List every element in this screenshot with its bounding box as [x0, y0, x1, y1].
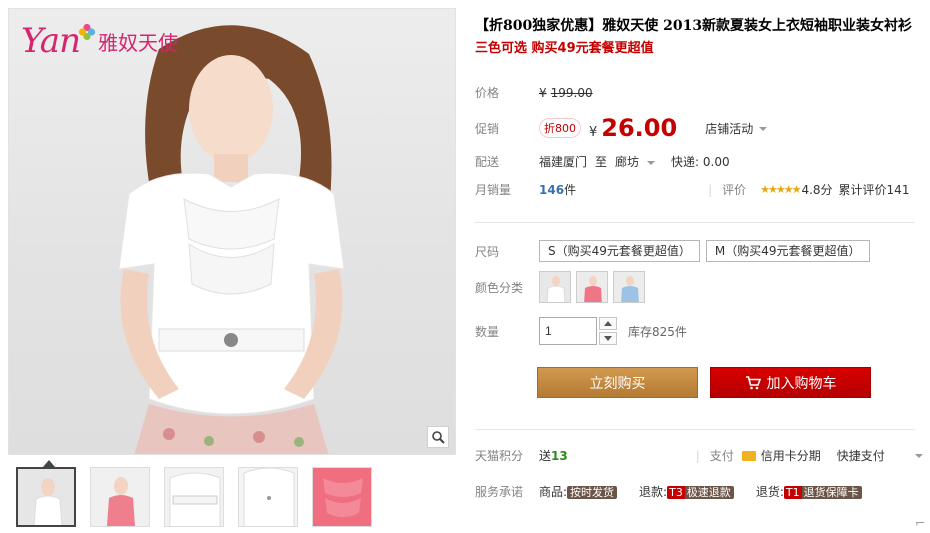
- service-row: 服务承诺 商品: 按时发货 退款: T3 极速退款 退货: T1 退货保障卡: [475, 483, 884, 500]
- promo-price-row: 促销 折800 ¥26.00 店铺活动: [475, 114, 768, 142]
- rating-score: 4.8分: [801, 183, 833, 197]
- shipping-label: 配送: [475, 155, 500, 169]
- chevron-down-icon: [759, 127, 768, 131]
- price-label: 价格: [475, 86, 500, 100]
- cart-icon: [745, 375, 761, 389]
- return-tag: 退货保障卡: [803, 486, 859, 499]
- promo-price-value: 26.00: [601, 114, 678, 142]
- total-reviews-link[interactable]: 累计评价141: [839, 181, 910, 198]
- quantity-decrease-button[interactable]: [599, 332, 617, 345]
- product-subtitle: 三色可选 购买49元套餐更超值: [475, 41, 654, 56]
- color-label: 颜色分类: [475, 280, 524, 295]
- service-refund-label: 退款:: [639, 485, 668, 499]
- return-guarantee-badge: T1 退货保障卡: [783, 486, 862, 499]
- points-label: 天猫积分: [475, 449, 524, 463]
- points-row: 天猫积分 送 13 | 支付 信用卡分期 快捷支付: [475, 447, 923, 464]
- thumbnail-strip: [16, 467, 372, 527]
- thumbnail-4[interactable]: [238, 467, 298, 527]
- quantity-input[interactable]: [539, 317, 597, 345]
- shipping-destination: 廊坊: [615, 155, 640, 169]
- currency-symbol: ¥: [589, 125, 598, 140]
- size-option-m[interactable]: M（购买49元套餐更超值）: [705, 240, 870, 262]
- thumbnail-2[interactable]: [90, 467, 150, 527]
- active-thumb-indicator: [43, 460, 55, 467]
- shop-activity-dropdown[interactable]: 店铺活动: [705, 120, 768, 137]
- shipping-destination-select[interactable]: 廊坊: [615, 153, 656, 170]
- shipping-fee: 快递: 0.00: [671, 155, 730, 169]
- quantity-increase-button[interactable]: [599, 317, 617, 330]
- product-title: 【折800独家优惠】雅奴天使 2013新款夏装女上衣短袖职业装女衬衫: [475, 18, 913, 34]
- thumbnail-5[interactable]: [312, 467, 372, 527]
- chevron-down-icon: [647, 160, 656, 165]
- zoom-icon[interactable]: [427, 426, 449, 448]
- return-level: T1: [783, 486, 802, 499]
- service-return-label: 退货:: [755, 485, 784, 499]
- points-value: 13: [551, 448, 568, 463]
- sales-row: 月销量 146 件 | 评价 ★★★★★ 4.8分 累计评价141: [475, 181, 909, 198]
- logo-text: Yan: [21, 21, 81, 61]
- quantity-label: 数量: [475, 324, 500, 339]
- service-refund: 退款: T3 极速退款: [639, 483, 734, 500]
- currency-symbol: ¥: [539, 85, 547, 100]
- add-to-cart-label: 加入购物车: [766, 375, 837, 392]
- ontime-delivery-badge: 按时发货: [567, 486, 618, 499]
- size-row: 尺码 S（购买49元套餐更超值） M（购买49元套餐更超值）: [475, 240, 876, 262]
- original-price-row: 价格 ¥199.00: [475, 84, 593, 101]
- add-to-cart-button[interactable]: 加入购物车: [710, 367, 871, 398]
- shipping-row: 配送 福建厦门 至 廊坊 快递: 0.00: [475, 153, 730, 170]
- credit-card-installment[interactable]: 信用卡分期: [761, 447, 821, 464]
- credit-card-icon: [741, 450, 756, 461]
- thumbnail-3[interactable]: [164, 467, 224, 527]
- thumbnail-1[interactable]: [16, 467, 76, 527]
- product-info: 【折800独家优惠】雅奴天使 2013新款夏装女上衣短袖职业装女衬衫 三色可选 …: [475, 14, 925, 60]
- quantity-stepper: [599, 317, 617, 345]
- shipping-from: 福建厦门: [539, 155, 588, 169]
- chevron-down-icon[interactable]: [914, 453, 923, 458]
- fast-refund-badge: T3 极速退款: [667, 486, 734, 499]
- product-photo: [118, 25, 345, 454]
- logo-flower-icon: [78, 23, 96, 41]
- sales-count: 146: [539, 182, 565, 197]
- quick-pay[interactable]: 快捷支付: [837, 447, 885, 464]
- sales-label: 月销量: [475, 183, 512, 197]
- shipping-to-word: 至: [595, 155, 608, 169]
- size-label: 尺码: [475, 244, 500, 259]
- resize-grip-icon: ⌐: [914, 516, 925, 530]
- brand-logo: Yan 雅奴天使: [21, 21, 178, 61]
- original-price: ¥199.00: [539, 86, 593, 100]
- promo-price: ¥26.00: [589, 114, 677, 142]
- points-send-text: 送: [539, 449, 552, 463]
- original-price-value: 199.00: [550, 85, 593, 100]
- color-row: 颜色分类: [475, 271, 650, 303]
- divider: |: [708, 182, 713, 197]
- rating-stars: ★★★★★: [760, 183, 801, 196]
- service-goods-label: 商品:: [539, 485, 568, 499]
- quantity-row: 数量 库存825件: [475, 317, 687, 345]
- main-product-image[interactable]: Yan 雅奴天使: [8, 8, 456, 455]
- payment-label: 支付: [709, 449, 734, 463]
- section-divider: [475, 222, 915, 223]
- service-label: 服务承诺: [475, 485, 524, 499]
- color-option-blue[interactable]: [613, 271, 645, 303]
- promo-badge: 折800: [539, 118, 581, 138]
- buy-now-button[interactable]: 立刻购买: [537, 367, 698, 398]
- size-option-s[interactable]: S（购买49元套餐更超值）: [539, 240, 700, 262]
- shop-activity-label: 店铺活动: [705, 121, 754, 136]
- color-option-pink[interactable]: [576, 271, 608, 303]
- service-goods: 商品: 按时发货: [539, 483, 618, 500]
- color-option-white[interactable]: [539, 271, 571, 303]
- section-divider: [475, 429, 915, 430]
- promo-label: 促销: [475, 121, 500, 136]
- stock-count: 库存825件: [628, 324, 687, 339]
- refund-tag: 极速退款: [686, 486, 731, 499]
- sales-unit: 件: [564, 183, 577, 197]
- divider: |: [695, 448, 700, 463]
- refund-level: T3: [667, 486, 685, 499]
- service-return: 退货: T1 退货保障卡: [756, 483, 862, 500]
- rating-label: 评价: [722, 183, 747, 197]
- logo-chinese-name: 雅奴天使: [97, 30, 178, 55]
